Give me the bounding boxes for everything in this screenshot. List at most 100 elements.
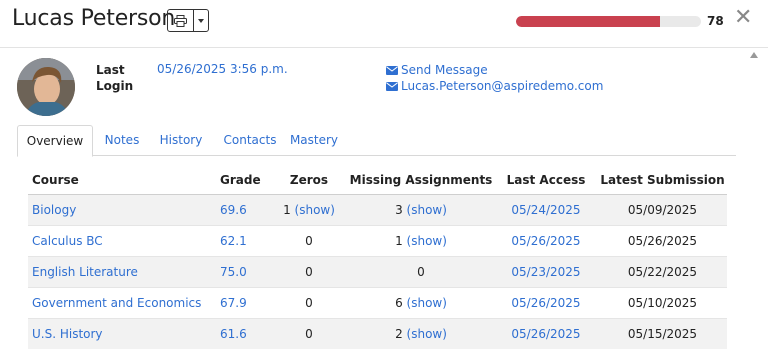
grade-cell: 62.1 [220, 224, 270, 256]
zeros-count: 0 [305, 295, 313, 310]
email-address: Lucas.Peterson@aspiredemo.com [401, 79, 604, 93]
missing-count: 1 [395, 233, 403, 248]
progress-bar-fill [516, 16, 661, 27]
profile-header: Lucas Peterson 78 ✕ [0, 0, 768, 48]
envelope-icon [386, 81, 398, 91]
zeros-cell: 0 [270, 255, 348, 287]
table-row: U.S. History 61.6 0 2 (show) 05/26/2025 … [28, 317, 727, 349]
last-access-cell: 05/26/2025 [494, 286, 598, 318]
column-header-latest-submission: Latest Submission [598, 166, 727, 195]
last-access-link[interactable]: 05/26/2025 [511, 296, 580, 310]
table-row: Calculus BC 62.1 0 1 (show) 05/26/2025 0… [28, 224, 727, 256]
last-access-cell: 05/24/2025 [494, 193, 598, 225]
tab-overview[interactable]: Overview [17, 125, 93, 157]
last-login-value: 05/26/2025 3:56 p.m. [157, 62, 288, 76]
grade-link[interactable]: 67.9 [220, 296, 247, 310]
last-access-link[interactable]: 05/26/2025 [511, 234, 580, 248]
course-cell: U.S. History [28, 317, 220, 349]
course-cell: Government and Economics [28, 286, 220, 318]
contact-links: Send Message Lucas.Peterson@aspiredemo.c… [386, 62, 603, 94]
grade-link[interactable]: 61.6 [220, 327, 247, 341]
course-cell: Calculus BC [28, 224, 220, 256]
chevron-down-icon [198, 18, 204, 23]
last-access-link[interactable]: 05/23/2025 [511, 265, 580, 279]
table-header-row: Course Grade Zeros Missing Assignments L… [28, 166, 727, 195]
print-options-dropdown[interactable] [194, 10, 208, 31]
last-access-link[interactable]: 05/24/2025 [511, 203, 580, 217]
missing-cell: 3 (show) [348, 193, 494, 225]
missing-cell: 1 (show) [348, 224, 494, 256]
missing-cell: 0 [348, 255, 494, 287]
zeros-count: 0 [305, 233, 313, 248]
missing-count: 0 [417, 264, 425, 279]
tab-notes[interactable]: Notes [97, 125, 147, 156]
column-header-grade: Grade [220, 166, 270, 195]
missing-count: 3 [395, 202, 403, 217]
send-message-label: Send Message [401, 63, 488, 77]
grade-link[interactable]: 62.1 [220, 234, 247, 248]
tab-contacts[interactable]: Contacts [220, 125, 280, 156]
grade-cell: 75.0 [220, 255, 270, 287]
print-button[interactable] [168, 10, 194, 31]
zeros-count: 0 [305, 264, 313, 279]
latest-submission-cell: 05/09/2025 [598, 193, 727, 225]
table-row: English Literature 75.0 0 0 05/23/2025 0… [28, 255, 727, 287]
close-icon[interactable]: ✕ [734, 7, 752, 29]
column-header-missing-assignments: Missing Assignments [348, 166, 494, 195]
last-access-link[interactable]: 05/26/2025 [511, 327, 580, 341]
tab-mastery[interactable]: Mastery [284, 125, 344, 156]
zeros-count: 0 [305, 326, 313, 341]
course-cell: Biology [28, 193, 220, 225]
print-button-group [167, 9, 209, 32]
progress-value: 78 [707, 14, 724, 28]
scrollbar[interactable] [747, 48, 761, 362]
column-header-last-access: Last Access [494, 166, 598, 195]
grade-cell: 67.9 [220, 286, 270, 318]
missing-show-link[interactable]: (show) [407, 234, 447, 248]
last-login-label: Last Login [96, 63, 134, 93]
table-row: Government and Economics 67.9 0 6 (show)… [28, 286, 727, 318]
avatar [17, 58, 75, 116]
column-header-zeros: Zeros [270, 166, 348, 195]
course-cell: English Literature [28, 255, 220, 287]
send-message-link[interactable]: Send Message [386, 62, 603, 78]
course-link[interactable]: U.S. History [32, 327, 103, 341]
course-link[interactable]: Biology [32, 203, 76, 217]
grade-link[interactable]: 75.0 [220, 265, 247, 279]
printer-icon [174, 14, 187, 27]
envelope-icon [386, 65, 398, 75]
missing-show-link[interactable]: (show) [407, 327, 447, 341]
missing-count: 2 [395, 326, 403, 341]
scroll-up-arrow[interactable] [750, 52, 758, 58]
tab-history[interactable]: History [155, 125, 207, 156]
latest-submission-cell: 05/22/2025 [598, 255, 727, 287]
course-link[interactable]: Government and Economics [32, 296, 201, 310]
grade-cell: 61.6 [220, 317, 270, 349]
missing-cell: 6 (show) [348, 286, 494, 318]
column-header-course: Course [28, 166, 220, 195]
zeros-show-link[interactable]: (show) [295, 203, 335, 217]
zeros-cell: 0 [270, 286, 348, 318]
progress-bar [516, 16, 701, 27]
zeros-cell: 0 [270, 224, 348, 256]
missing-count: 6 [395, 295, 403, 310]
grade-cell: 69.6 [220, 193, 270, 225]
course-link[interactable]: English Literature [32, 265, 138, 279]
latest-submission-cell: 05/10/2025 [598, 286, 727, 318]
table-row: Biology 69.6 1 (show) 3 (show) 05/24/202… [28, 193, 727, 225]
missing-cell: 2 (show) [348, 317, 494, 349]
email-link[interactable]: Lucas.Peterson@aspiredemo.com [386, 78, 603, 94]
tab-bar: Overview Notes History Contacts Mastery [17, 125, 736, 157]
zeros-cell: 1 (show) [270, 193, 348, 225]
missing-show-link[interactable]: (show) [407, 203, 447, 217]
latest-submission-cell: 05/26/2025 [598, 224, 727, 256]
student-name: Lucas Peterson [12, 6, 176, 31]
last-access-cell: 05/26/2025 [494, 317, 598, 349]
latest-submission-cell: 05/15/2025 [598, 317, 727, 349]
course-link[interactable]: Calculus BC [32, 234, 103, 248]
missing-show-link[interactable]: (show) [407, 296, 447, 310]
grade-link[interactable]: 69.6 [220, 203, 247, 217]
zeros-cell: 0 [270, 317, 348, 349]
last-access-cell: 05/26/2025 [494, 224, 598, 256]
last-access-cell: 05/23/2025 [494, 255, 598, 287]
